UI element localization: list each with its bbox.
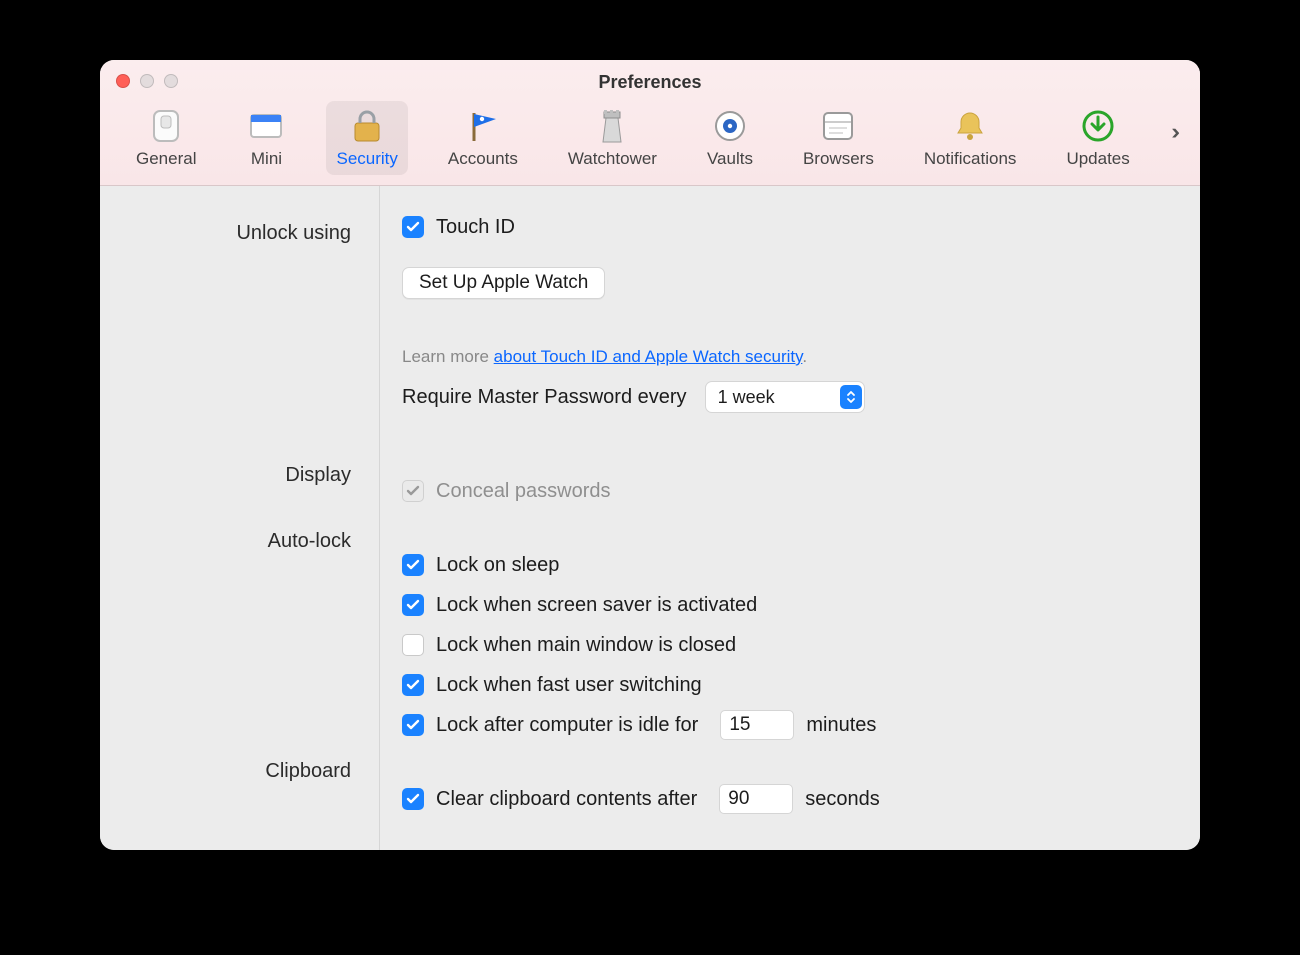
vault-icon bbox=[711, 107, 749, 145]
tab-label: Watchtower bbox=[568, 149, 657, 169]
lock-idle-checkbox[interactable] bbox=[402, 714, 424, 736]
tower-icon bbox=[593, 107, 631, 145]
tab-general[interactable]: General bbox=[126, 101, 206, 175]
lock-main-window-label: Lock when main window is closed bbox=[436, 634, 736, 657]
master-password-interval-select[interactable]: 1 week bbox=[705, 381, 865, 413]
window-mini-icon bbox=[247, 107, 285, 145]
download-icon bbox=[1079, 107, 1117, 145]
touch-id-label: Touch ID bbox=[436, 216, 515, 239]
tab-vaults[interactable]: Vaults bbox=[697, 101, 763, 175]
tab-label: Security bbox=[336, 149, 397, 169]
window-title: Preferences bbox=[108, 72, 1192, 93]
lock-fast-user-checkbox[interactable] bbox=[402, 674, 424, 696]
tab-notifications[interactable]: Notifications bbox=[914, 101, 1027, 175]
preferences-window: Preferences General Mini Security bbox=[100, 60, 1200, 850]
preferences-body: Unlock using Display Auto-lock Clipboard… bbox=[100, 186, 1200, 850]
section-label-autolock: Auto-lock bbox=[100, 518, 363, 564]
section-label-clipboard: Clipboard bbox=[100, 748, 363, 794]
tab-label: General bbox=[136, 149, 196, 169]
tab-watchtower[interactable]: Watchtower bbox=[558, 101, 667, 175]
bell-icon bbox=[951, 107, 989, 145]
tab-accounts[interactable]: Accounts bbox=[438, 101, 528, 175]
browser-icon bbox=[819, 107, 857, 145]
learn-more-suffix: . bbox=[802, 347, 807, 366]
learn-more-text: Learn more about Touch ID and Apple Watc… bbox=[402, 340, 1176, 374]
lock-on-sleep-checkbox[interactable] bbox=[402, 554, 424, 576]
close-icon[interactable] bbox=[116, 74, 130, 88]
master-password-interval-value: 1 week bbox=[718, 387, 826, 408]
touch-id-security-link[interactable]: about Touch ID and Apple Watch security bbox=[494, 347, 803, 366]
tab-label: Updates bbox=[1066, 149, 1129, 169]
tab-browsers[interactable]: Browsers bbox=[793, 101, 884, 175]
master-password-interval-label: Require Master Password every bbox=[402, 386, 687, 409]
tab-label: Notifications bbox=[924, 149, 1017, 169]
lock-on-sleep-label: Lock on sleep bbox=[436, 554, 559, 577]
content: Touch ID Set Up Apple Watch Learn more a… bbox=[380, 186, 1200, 850]
lock-main-window-checkbox[interactable] bbox=[402, 634, 424, 656]
switch-icon bbox=[147, 107, 185, 145]
minimize-icon[interactable] bbox=[140, 74, 154, 88]
section-labels: Unlock using Display Auto-lock Clipboard bbox=[100, 186, 380, 850]
zoom-icon[interactable] bbox=[164, 74, 178, 88]
section-label-display: Display bbox=[100, 452, 363, 498]
tab-label: Browsers bbox=[803, 149, 874, 169]
conceal-passwords-checkbox bbox=[402, 480, 424, 502]
touch-id-checkbox[interactable] bbox=[402, 216, 424, 238]
tab-label: Accounts bbox=[448, 149, 518, 169]
flag-icon bbox=[464, 107, 502, 145]
titlebar: Preferences General Mini Security bbox=[100, 60, 1200, 186]
tab-label: Vaults bbox=[707, 149, 753, 169]
clear-clipboard-label: Clear clipboard contents after bbox=[436, 788, 697, 811]
tab-label: Mini bbox=[251, 149, 282, 169]
learn-more-prefix: Learn more bbox=[402, 347, 494, 366]
chevron-up-down-icon bbox=[840, 385, 862, 409]
section-label-unlock: Unlock using bbox=[100, 210, 363, 256]
tab-security[interactable]: Security bbox=[326, 101, 407, 175]
idle-minutes-field[interactable]: 15 bbox=[720, 710, 794, 740]
padlock-icon bbox=[348, 107, 386, 145]
setup-apple-watch-button[interactable]: Set Up Apple Watch bbox=[402, 267, 605, 299]
lock-fast-user-label: Lock when fast user switching bbox=[436, 674, 702, 697]
lock-idle-label: Lock after computer is idle for bbox=[436, 714, 698, 737]
clipboard-seconds-suffix: seconds bbox=[805, 788, 880, 811]
tab-mini[interactable]: Mini bbox=[236, 101, 296, 175]
tab-updates[interactable]: Updates bbox=[1056, 101, 1139, 175]
conceal-passwords-label: Conceal passwords bbox=[436, 480, 611, 503]
lock-screensaver-label: Lock when screen saver is activated bbox=[436, 594, 757, 617]
idle-minutes-suffix: minutes bbox=[806, 714, 876, 737]
clipboard-seconds-field[interactable]: 90 bbox=[719, 784, 793, 814]
lock-screensaver-checkbox[interactable] bbox=[402, 594, 424, 616]
toolbar: General Mini Security Accounts bbox=[108, 97, 1192, 185]
toolbar-overflow-icon[interactable]: ›› bbox=[1171, 119, 1174, 145]
clear-clipboard-checkbox[interactable] bbox=[402, 788, 424, 810]
